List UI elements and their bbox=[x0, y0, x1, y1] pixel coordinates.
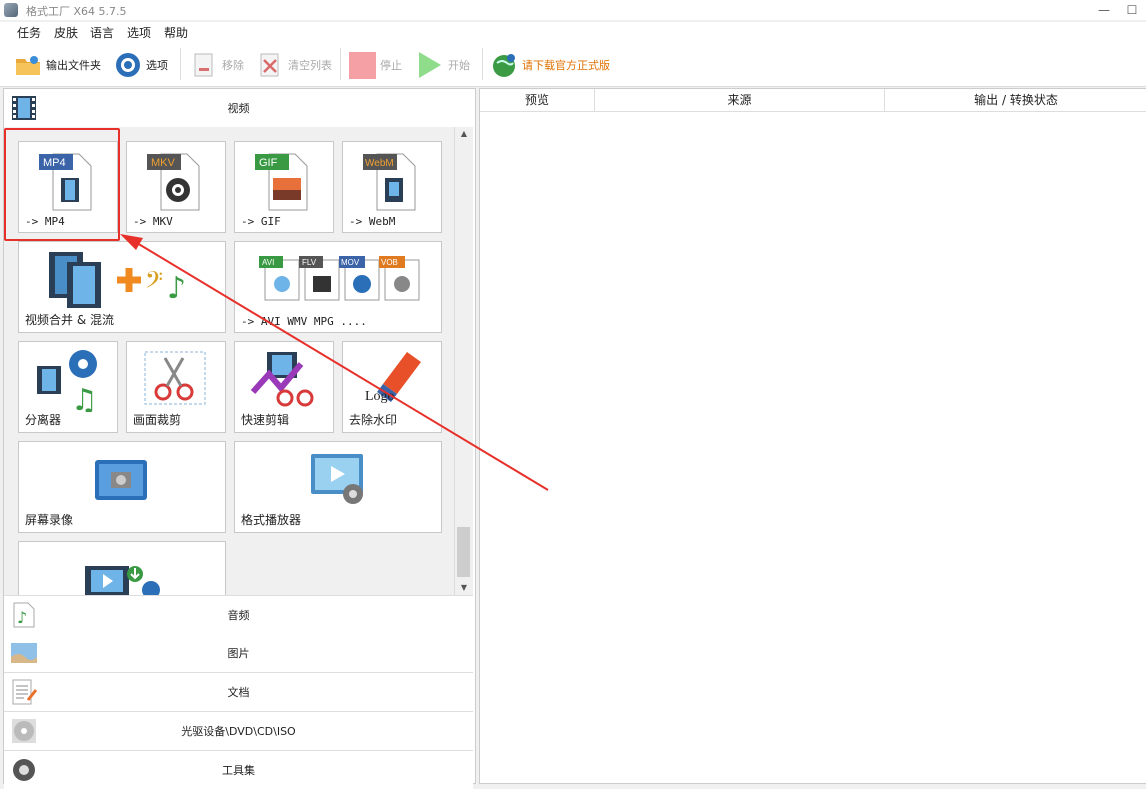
annotation-arrow bbox=[120, 234, 549, 491]
